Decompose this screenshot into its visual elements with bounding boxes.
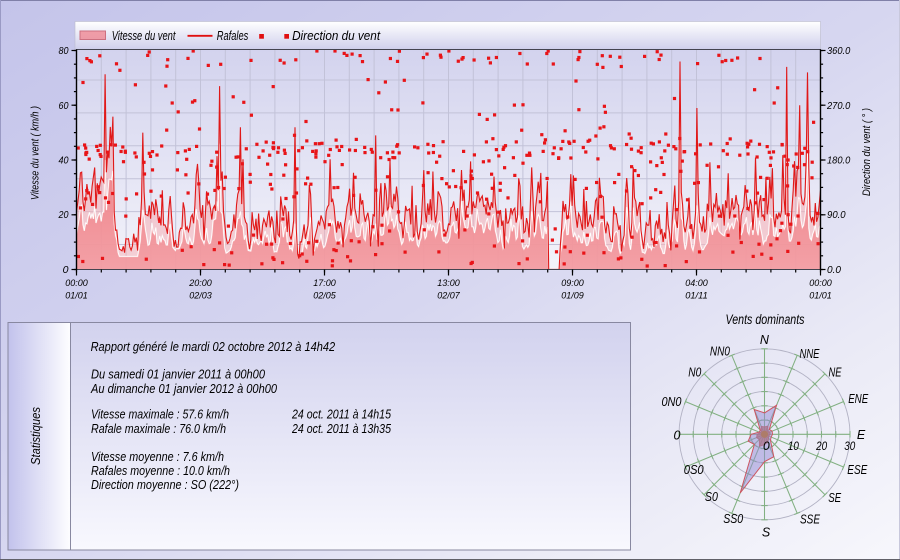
svg-text:180.0: 180.0 [827,155,850,167]
svg-text:Rafale maximale : 76.0 km/h: Rafale maximale : 76.0 km/h [91,422,226,436]
svg-text:0S0: 0S0 [684,463,704,477]
svg-text:Direction moyenne : SO (222°): Direction moyenne : SO (222°) [91,478,239,492]
svg-text:20: 20 [815,439,827,453]
svg-text:0N0: 0N0 [662,395,682,409]
svg-text:270.0: 270.0 [826,100,850,112]
svg-text:24 oct. 2011 à 14h15: 24 oct. 2011 à 14h15 [291,408,392,422]
svg-text:E: E [857,428,866,442]
svg-text:Vitesse moyenne : 7.6 km/h: Vitesse moyenne : 7.6 km/h [91,450,224,464]
svg-text:09:00: 09:00 [561,278,584,289]
svg-text:NN0: NN0 [710,345,730,359]
svg-text:20: 20 [58,209,69,221]
svg-text:Direction du vent: Direction du vent [292,29,380,43]
svg-text:10: 10 [788,439,799,453]
svg-text:Vents dominants: Vents dominants [726,312,805,327]
svg-text:Vitesse du vent: Vitesse du vent [112,29,176,43]
svg-text:02/07: 02/07 [437,291,460,302]
svg-text:360.0: 360.0 [827,45,850,57]
svg-text:S: S [762,525,771,539]
svg-text:01/01: 01/01 [65,291,88,302]
svg-text:Rafales moyenne : 10.0 km/h: Rafales moyenne : 10.0 km/h [91,464,230,478]
svg-text:SE: SE [828,491,842,505]
svg-text:SSE: SSE [800,513,821,527]
svg-text:00:00: 00:00 [809,278,832,289]
svg-text:Direction du vent ( ° ): Direction du vent ( ° ) [861,108,873,196]
svg-text:90.0: 90.0 [827,209,846,221]
svg-text:Au dimanche 01 janvier 2012 à: Au dimanche 01 janvier 2012 à 00h00 [90,382,277,396]
svg-text:04:00: 04:00 [685,278,708,289]
svg-text:NE: NE [829,366,842,380]
svg-text:30: 30 [844,439,855,453]
svg-text:NNE: NNE [800,347,820,361]
svg-text:Du samedi 01 janvier 2011 à 00: Du samedi 01 janvier 2011 à 00h00 [91,368,265,382]
svg-text:02/03: 02/03 [189,291,212,302]
svg-text:S0: S0 [705,490,718,504]
svg-text:80: 80 [59,45,69,57]
svg-text:ENE: ENE [848,392,869,406]
svg-text:13:00: 13:00 [437,278,460,289]
svg-text:N0: N0 [688,366,701,380]
svg-text:01/11: 01/11 [685,291,708,302]
svg-text:Rafales: Rafales [217,29,249,43]
svg-text:0: 0 [674,429,681,443]
svg-text:01/01: 01/01 [809,291,832,302]
svg-text:Statistiques: Statistiques [29,406,43,465]
svg-text:0: 0 [763,439,770,453]
svg-text:Vitesse du vent ( km/h ): Vitesse du vent ( km/h ) [30,106,42,200]
svg-text:N: N [760,333,770,347]
svg-text:02/05: 02/05 [313,291,336,302]
svg-text:60: 60 [59,100,69,112]
svg-text:24 oct. 2011 à 13h35: 24 oct. 2011 à 13h35 [291,422,392,436]
svg-text:Vitesse maximale : 57.6 km/h: Vitesse maximale : 57.6 km/h [91,408,229,422]
svg-text:17:00: 17:00 [313,278,336,289]
svg-text:20:00: 20:00 [188,278,212,289]
svg-text:SS0: SS0 [723,512,743,526]
svg-text:ESE: ESE [847,463,868,477]
svg-text:40: 40 [59,155,69,167]
svg-text:01/09: 01/09 [561,291,584,302]
svg-text:0: 0 [63,264,69,276]
svg-text:0.0: 0.0 [827,264,841,276]
svg-text:Rapport généré le mardi 02 oct: Rapport généré le mardi 02 octobre 2012 … [91,340,336,354]
svg-text:00:00: 00:00 [65,278,88,289]
